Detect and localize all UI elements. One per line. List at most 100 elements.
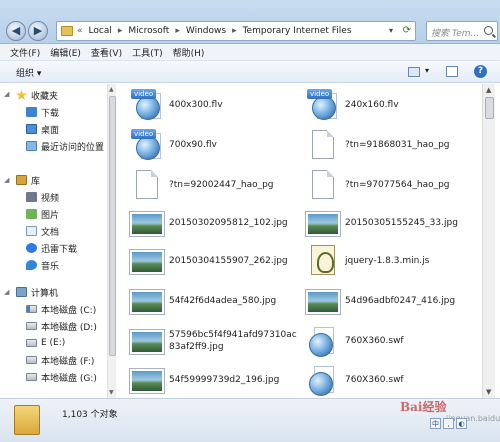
ime-toolbar[interactable]: 中 , ◐ — [430, 418, 467, 431]
scrollbar-thumb[interactable] — [109, 96, 116, 356]
breadcrumb-windows[interactable]: Windows — [186, 26, 226, 36]
navigation-scrollbar[interactable]: ▲ ▼ — [107, 84, 116, 398]
file-item[interactable]: video 700x90.flv — [130, 126, 306, 164]
star-icon — [16, 90, 27, 100]
menu-edit[interactable]: 编辑(E) — [50, 46, 81, 59]
scroll-down-icon[interactable]: ▼ — [486, 388, 491, 396]
overflow-chevron-icon[interactable]: « — [77, 26, 83, 36]
file-item[interactable]: ?tn=92002447_hao_pg — [130, 166, 306, 204]
breadcrumb-local[interactable]: Local — [89, 26, 112, 36]
file-item[interactable]: video 400x300.flv — [130, 86, 306, 124]
file-name: 54f59999739d2_196.jpg — [169, 375, 280, 385]
image-thumbnail-icon — [130, 330, 164, 354]
nav-item-videos[interactable]: 视频 — [26, 190, 59, 204]
image-thumbnail-icon — [130, 212, 164, 236]
help-icon[interactable]: ? — [474, 65, 487, 78]
nav-item-recent-places[interactable]: 最近访问的位置 — [26, 139, 104, 153]
file-list-scrollbar[interactable]: ▲ ▼ — [482, 84, 495, 398]
nav-item-desktop[interactable]: 桌面 — [26, 122, 59, 136]
change-view-icon[interactable] — [408, 67, 420, 77]
scroll-down-icon[interactable]: ▼ — [109, 389, 114, 396]
title-bar: ◀ ▶ « Local ▸ Microsoft ▸ Windows ▸ Temp… — [0, 0, 500, 44]
search-box[interactable]: 搜索 Tem... — [426, 21, 498, 41]
file-item[interactable]: ?tn=91868031_hao_pg — [306, 126, 482, 164]
generic-file-icon — [312, 170, 334, 199]
nav-favorites[interactable]: 收藏夹 — [16, 88, 58, 102]
back-button[interactable]: ◀ — [6, 21, 26, 41]
folder-icon — [61, 26, 73, 36]
nav-computer[interactable]: 计算机 — [16, 285, 58, 299]
scroll-up-icon[interactable]: ▲ — [486, 86, 491, 94]
file-item[interactable]: 760X360.swf — [306, 322, 482, 360]
address-history-dropdown-icon[interactable]: ▾ — [389, 26, 393, 35]
breadcrumb-microsoft[interactable]: Microsoft — [128, 26, 169, 36]
search-placeholder: 搜索 Tem... — [431, 29, 480, 39]
file-item[interactable]: 20150302095812_102.jpg — [130, 204, 306, 242]
menu-file[interactable]: 文件(F) — [10, 46, 40, 59]
nav-label: E (E:) — [41, 338, 66, 348]
forward-button[interactable]: ▶ — [28, 21, 48, 41]
breadcrumb-temporary-internet-files[interactable]: Temporary Internet Files — [243, 26, 352, 36]
nav-label: 下载 — [41, 108, 60, 119]
file-name: 400x300.flv — [169, 100, 223, 110]
file-item[interactable]: jquery-1.8.3.min.js — [306, 242, 482, 280]
nav-item-drive-g[interactable]: 本地磁盘 (G:) — [26, 370, 97, 384]
picture-library-icon — [26, 209, 37, 219]
preview-pane-icon[interactable] — [446, 66, 458, 77]
file-item[interactable]: 54f59999739d2_196.jpg — [130, 361, 306, 398]
nav-item-pictures[interactable]: 图片 — [26, 207, 59, 221]
nav-libraries[interactable]: 库 — [16, 173, 40, 187]
file-item[interactable]: 54d96adbf0247_416.jpg — [306, 282, 482, 320]
navigation-pane: ◢ 收藏夹 下载 桌面 最近访问的位置 ◢ 库 视频 图片 文档 迅雷下载 音乐… — [0, 84, 115, 398]
nav-label: 图片 — [41, 210, 60, 221]
video-file-icon: video — [131, 129, 163, 161]
chevron-right-icon[interactable]: ▸ — [175, 26, 180, 36]
back-arrow-icon: ◀ — [11, 24, 21, 37]
chevron-right-icon[interactable]: ▸ — [232, 26, 237, 36]
nav-item-documents[interactable]: 文档 — [26, 224, 59, 238]
file-item[interactable]: 760X360.swf — [306, 361, 482, 398]
chevron-right-icon[interactable]: ▸ — [118, 26, 123, 36]
scrollbar-thumb[interactable] — [485, 97, 494, 119]
menu-view[interactable]: 查看(V) — [91, 46, 122, 59]
view-options-dropdown-icon[interactable]: ▾ — [425, 66, 429, 75]
collapse-arrow-icon[interactable]: ◢ — [4, 90, 9, 98]
nav-item-thunder-downloads[interactable]: 迅雷下载 — [26, 241, 77, 255]
file-item[interactable]: 54f42f6d4adea_580.jpg — [130, 282, 306, 320]
refresh-icon[interactable]: ⟳ — [403, 25, 411, 36]
menu-tools[interactable]: 工具(T) — [132, 46, 163, 59]
collapse-arrow-icon[interactable]: ◢ — [4, 176, 9, 184]
download-folder-icon — [26, 107, 37, 117]
nav-item-drive-e[interactable]: E (E:) — [26, 336, 65, 350]
file-item[interactable]: 20150305155245_33.jpg — [306, 204, 482, 242]
ime-punctuation-icon[interactable]: , — [443, 418, 454, 429]
menu-help[interactable]: 帮助(H) — [173, 46, 205, 59]
nav-item-music[interactable]: 音乐 — [26, 258, 59, 272]
nav-label: 迅雷下载 — [41, 244, 78, 255]
scroll-up-icon[interactable]: ▲ — [109, 86, 114, 93]
address-bar[interactable]: « Local ▸ Microsoft ▸ Windows ▸ Temporar… — [56, 21, 416, 41]
ime-icon[interactable]: 中 — [430, 418, 441, 429]
nav-label: 本地磁盘 (D:) — [41, 322, 97, 333]
file-item[interactable]: ?tn=97077564_hao_pg — [306, 166, 482, 204]
nav-item-downloads[interactable]: 下载 — [26, 105, 59, 119]
file-name: ?tn=91868031_hao_pg — [345, 140, 450, 150]
nav-item-drive-f[interactable]: 本地磁盘 (F:) — [26, 353, 94, 367]
file-name: 57596bc5f4f941afd97310ac83af2ff9.jpg — [169, 330, 297, 352]
nav-item-drive-d[interactable]: 本地磁盘 (D:) — [26, 319, 97, 333]
hard-drive-icon — [26, 339, 37, 347]
recent-places-icon — [26, 141, 37, 151]
video-file-icon: video — [307, 89, 339, 121]
nav-label: 最近访问的位置 — [41, 142, 105, 153]
file-item[interactable]: 20150304155907_262.jpg — [130, 242, 306, 280]
nav-label: 库 — [31, 176, 41, 187]
file-item[interactable]: 57596bc5f4f941afd97310ac83af2ff9.jpg — [130, 322, 306, 360]
image-thumbnail-icon — [130, 369, 164, 393]
organize-button[interactable]: 组织 ▾ — [16, 66, 41, 79]
menu-bar: 文件(F) 编辑(E) 查看(V) 工具(T) 帮助(H) — [0, 44, 500, 61]
file-name: ?tn=97077564_hao_pg — [345, 180, 450, 190]
file-item[interactable]: video 240x160.flv — [306, 86, 482, 124]
collapse-arrow-icon[interactable]: ◢ — [4, 288, 9, 296]
ime-settings-icon[interactable]: ◐ — [456, 418, 467, 429]
nav-item-drive-c[interactable]: 本地磁盘 (C:) — [26, 302, 96, 316]
